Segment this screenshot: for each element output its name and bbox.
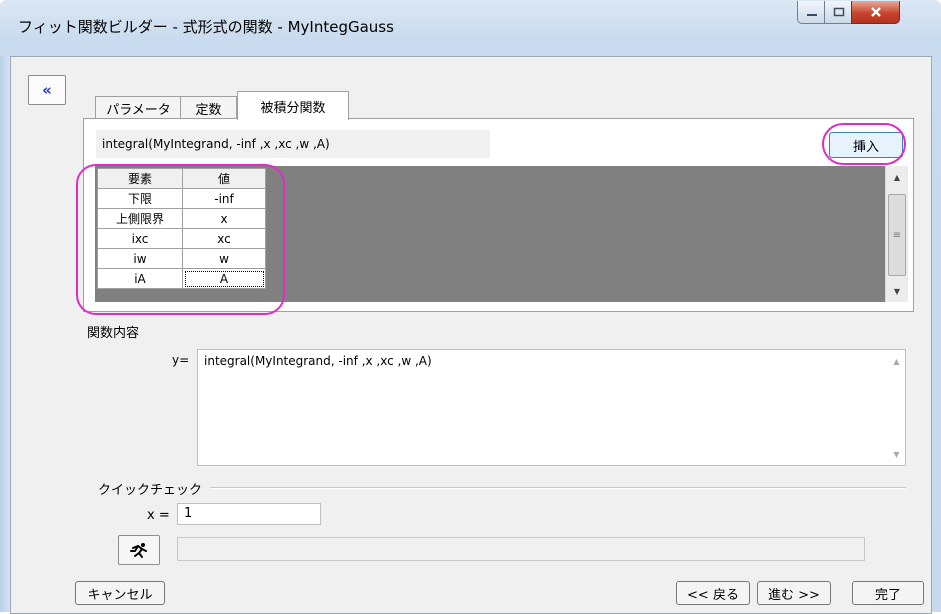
minimize-button[interactable] — [797, 1, 826, 24]
x-equals-label: x = — [147, 508, 170, 523]
tab-integrand[interactable]: 被積分関数 — [237, 91, 349, 120]
quick-check-run-button[interactable] — [118, 535, 160, 565]
scroll-down-icon[interactable]: ▼ — [886, 282, 908, 300]
next-button[interactable]: 進む >> — [757, 581, 831, 605]
minimize-icon — [806, 14, 817, 16]
cancel-button[interactable]: キャンセル — [75, 581, 165, 605]
function-body-textarea[interactable]: integral(MyIntegrand, -inf ,x ,xc ,w ,A) — [197, 349, 906, 466]
insert-highlight-annotation — [822, 123, 906, 165]
window-title: フィット関数ビルダー - 式形式の関数 - MyIntegGauss — [18, 18, 394, 36]
close-icon — [870, 7, 881, 17]
close-button[interactable] — [851, 1, 900, 24]
function-content-label: 関数内容 — [87, 326, 140, 341]
maximize-icon — [833, 7, 844, 17]
function-body-scrollbar[interactable]: ▲ ▼ — [888, 350, 905, 465]
tab-parameters[interactable]: パラメータ — [95, 96, 182, 119]
window-left-edge — [0, 56, 10, 612]
double-chevron-left-icon: « — [42, 81, 52, 99]
scroll-up-icon[interactable]: ▲ — [888, 352, 905, 370]
scroll-down-icon[interactable]: ▼ — [888, 445, 905, 463]
x-value-input[interactable]: 1 — [177, 503, 321, 525]
run-figure-icon — [130, 543, 147, 558]
quick-check-divider — [210, 487, 906, 489]
quick-check-label: クイックチェック — [98, 479, 209, 498]
finish-button[interactable]: 完了 — [852, 581, 924, 605]
collapse-panel-button[interactable]: « — [28, 75, 66, 105]
grid-highlight-annotation — [76, 164, 285, 315]
scroll-up-icon[interactable]: ▲ — [886, 168, 908, 186]
maximize-button[interactable] — [824, 1, 853, 24]
back-button[interactable]: << 戻る — [676, 581, 750, 605]
quick-check-result — [177, 537, 865, 561]
tab-constants[interactable]: 定数 — [180, 96, 237, 119]
y-equals-label: y= — [172, 353, 190, 367]
grid-scrollbar-thumb[interactable]: ≡ — [888, 194, 906, 276]
integral-expression-display: integral(MyIntegrand, -inf ,x ,xc ,w ,A) — [96, 130, 490, 158]
